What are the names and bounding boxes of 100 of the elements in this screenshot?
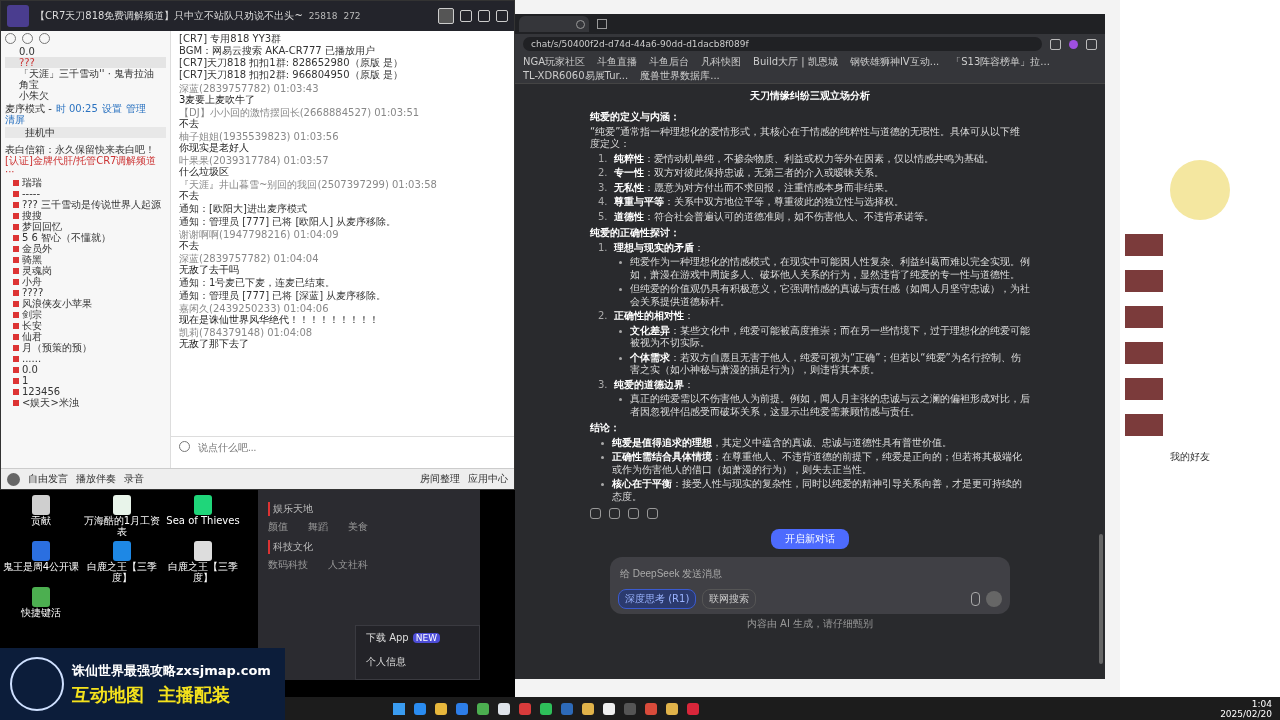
mode-action-link[interactable]: 设置 <box>101 103 122 114</box>
app-icon[interactable] <box>602 702 615 715</box>
category-link[interactable]: 人文社科 <box>328 558 368 572</box>
user-row[interactable]: 「天涯」三千雪动'' · 鬼青拉油 <box>5 68 166 79</box>
user-name[interactable]: 月（预策的预） <box>22 342 92 353</box>
user-name[interactable]: 0.0 <box>22 364 38 375</box>
banner-text: 诛仙世界最强攻略zxsjmap.com <box>72 661 271 680</box>
user-name[interactable]: ...... <box>22 353 42 364</box>
message-text: 不去 <box>179 240 200 251</box>
user-name[interactable]: 1 <box>22 375 29 386</box>
category-link[interactable]: 数码科技 <box>268 558 308 572</box>
new-chat-button[interactable]: 开启新对话 <box>771 529 849 549</box>
browser-tab[interactable] <box>519 16 589 32</box>
address-bar[interactable]: chat/s/50400f2d-d74d-44a6-90dd-d1dacb8f089f <box>523 37 1042 51</box>
menu-item[interactable]: 下载 App <box>366 631 409 645</box>
banner-text: 主播配装 <box>158 682 230 707</box>
app-icon[interactable] <box>581 702 594 715</box>
deep-think-toggle[interactable]: 深度思考 (R1) <box>618 589 697 609</box>
user-name[interactable]: 风浪侠友小苹果 <box>22 298 92 309</box>
list-item-text: 道德性：符合社会普遍认可的道德准则，如不伤害他人、不违背承诺等。 <box>614 210 934 223</box>
photo-placeholder <box>1125 414 1163 436</box>
user-row[interactable]: ??? <box>5 57 166 68</box>
user-row[interactable]: 角宝 <box>5 79 166 90</box>
category-link[interactable]: 美食 <box>348 520 368 534</box>
new-badge: NEW <box>412 633 441 643</box>
user-name[interactable]: 小舟 <box>22 276 42 287</box>
bookmark-item[interactable]: 斗鱼后台 <box>649 55 690 68</box>
disclaimer-text: 内容由 AI 生成，请仔细甄别 <box>746 617 874 631</box>
user-name[interactable]: 长安 <box>22 320 42 331</box>
channel-notice[interactable]: 表白信箱：永久保留快来表白吧！ <box>5 144 166 155</box>
bookmark-item[interactable]: 魔兽世界数据库... <box>640 69 720 82</box>
friends-label[interactable]: 我的好友 <box>1170 450 1210 464</box>
bookmark-item[interactable]: NGA玩家社区 <box>523 55 586 68</box>
category-link[interactable]: 颜值 <box>268 520 288 534</box>
user-name[interactable]: 瑞瑞 <box>22 177 42 188</box>
bullet-icon <box>619 398 622 401</box>
message-meta: 谢谢啊啊(1947798216) 01:04:09 <box>179 229 340 240</box>
toolbar-button[interactable]: 房间整理 <box>420 472 460 486</box>
mode-action-link[interactable]: 管理 <box>125 103 146 114</box>
app-icon[interactable] <box>476 702 489 715</box>
toolbar-button[interactable]: 录音 <box>124 472 144 486</box>
bullet-icon <box>601 456 604 459</box>
list-number: 3. <box>598 181 609 194</box>
app-icon[interactable] <box>497 702 510 715</box>
avatar-icon <box>7 472 20 486</box>
bookmark-item[interactable]: 凡科快图 <box>701 55 742 68</box>
web-search-toggle[interactable]: 联网搜索 <box>702 589 757 609</box>
bookmark-item[interactable]: 「S13阵容榜单」拉... <box>951 55 1050 68</box>
scrollbar[interactable] <box>1099 534 1103 664</box>
message-text: 不去 <box>179 118 200 129</box>
user-name[interactable]: <娱天>米浊 <box>22 397 79 408</box>
user-name[interactable]: ??? 三千雪动是传说世界人起源 <box>22 199 162 210</box>
user-name[interactable]: 金员外 <box>22 243 52 254</box>
category-link[interactable]: 舞蹈 <box>308 520 328 534</box>
list-item-text: 纯粹性：爱情动机单纯，不掺杂物质、利益或权力等外在因素，仅以情感共鸣为基础。 <box>614 152 994 165</box>
bookmark-item[interactable]: Build大厅 | 凯恩城 <box>753 55 838 68</box>
attach-icon[interactable] <box>971 592 980 606</box>
list-item-text: 专一性：双方对彼此保持忠诚，无第三者的介入或暧昧关系。 <box>614 167 884 180</box>
system-notice: 通知：[欧阳大]进出麦序模式 <box>179 203 308 214</box>
user-name[interactable]: 剑宗 <box>22 309 42 320</box>
user-name[interactable]: 搜搜 <box>22 210 42 221</box>
toolbar-button[interactable]: 播放伴奏 <box>76 472 116 486</box>
app-icon[interactable] <box>434 702 447 715</box>
mascot-placeholder <box>1170 160 1230 220</box>
message-text: 现在是诛仙世界风华绝代！！！！！！！！！ <box>179 314 380 325</box>
toolbar-button[interactable]: 自由发言 <box>28 472 68 486</box>
bookmark-item[interactable]: TL-XDR6060易展Tur... <box>523 69 629 82</box>
user-name[interactable]: 5 6 智心（不懂就） <box>22 232 112 243</box>
channel-name[interactable]: [认证]金牌代肝/托管CR7调解频道 ··· <box>5 155 166 177</box>
user-row[interactable]: 0.0 <box>5 46 166 57</box>
list-item-text: 真正的纯爱需以不伤害他人为前提。例如，闻人月主张的忠诚与云之澜的偏袒形成对比，后者因忽视伴侣感受而破坏关系，这显示出纯爱需兼顾情感与责任。 <box>630 393 1030 418</box>
user-name[interactable]: ???? <box>22 287 44 298</box>
bookmark-item[interactable]: 斗鱼直播 <box>597 55 638 68</box>
message-input-field[interactable]: 给 DeepSeek 发送消息 深度思考 (R1) 联网搜索 <box>610 557 1010 614</box>
section-heading: 纯爱的正确性探讨： <box>590 227 681 240</box>
bullet-icon <box>619 288 622 291</box>
bookmark-item[interactable]: 钢铁雄狮神IV互动... <box>849 55 940 68</box>
photo-placeholder <box>1125 306 1163 328</box>
category-heading: 科技文化 <box>268 540 470 554</box>
toolbar-button[interactable]: 应用中心 <box>468 472 508 486</box>
message-text: 你现实是老好人 <box>179 142 249 153</box>
app-icon[interactable] <box>665 702 678 715</box>
clock[interactable]: 1:04 2025/02/20 <box>1220 698 1272 719</box>
list-number: 2. <box>598 310 609 323</box>
user-name[interactable]: ----- <box>22 188 41 199</box>
user-name[interactable]: 123456 <box>22 386 61 397</box>
user-name[interactable]: 灵魂岗 <box>22 265 52 276</box>
queue-item[interactable]: 挂机中 <box>5 127 166 138</box>
user-name[interactable]: 骑黑 <box>22 254 42 265</box>
user-name[interactable]: 仙君 <box>22 331 42 342</box>
menu-item[interactable]: 个人信息 <box>366 655 406 669</box>
start-icon[interactable] <box>392 702 405 715</box>
mode-action-link[interactable]: 清屏 <box>5 114 25 125</box>
photo-placeholder <box>1125 342 1163 364</box>
pinned-text: [CR7]天刀818 扣扣2群: 966804950（原版 是） <box>179 69 404 81</box>
section-heading: 结论： <box>590 422 621 435</box>
app-icon[interactable] <box>539 702 552 715</box>
bullet-icon <box>601 441 604 445</box>
user-name[interactable]: 梦回回忆 <box>22 221 62 232</box>
user-row[interactable]: 小朱欠 <box>5 90 166 101</box>
